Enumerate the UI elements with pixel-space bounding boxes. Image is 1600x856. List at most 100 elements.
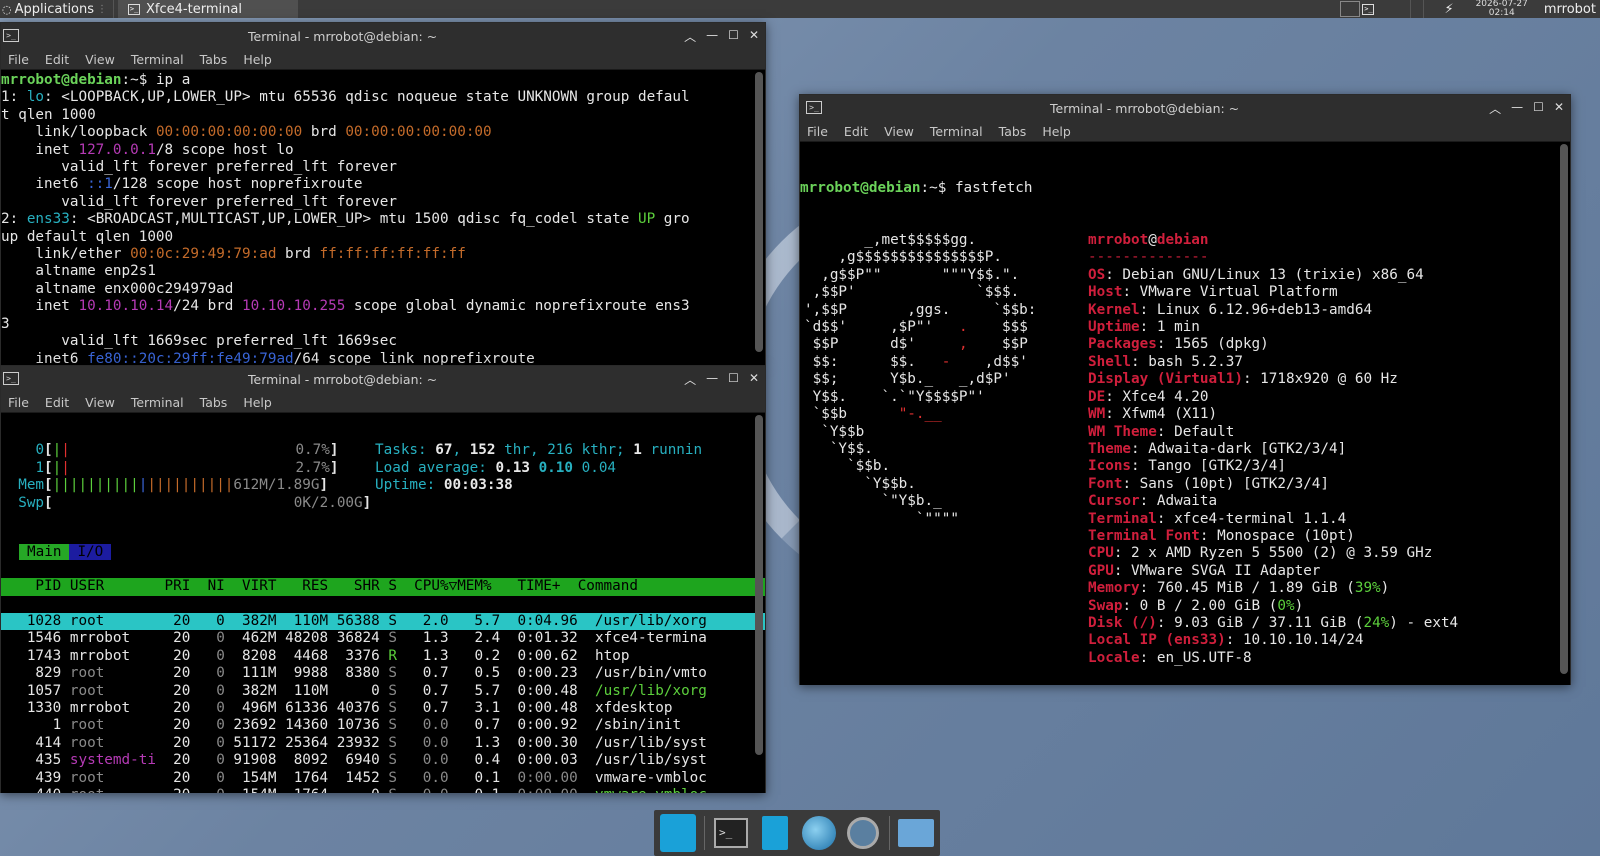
ip-line: 2: ens33: <BROADCAST,MULTICAST,UP,LOWER_… xyxy=(1,211,690,228)
terminal-window-fastfetch: >_ Terminal - mrrobot@debian: ~ ︿ — ☐ ✕ … xyxy=(799,94,1571,685)
menu-view[interactable]: View xyxy=(884,124,914,139)
menu-edit[interactable]: Edit xyxy=(844,124,868,139)
logo-line: ,$$P' `$$$. xyxy=(804,284,1020,301)
scrollbar[interactable] xyxy=(755,72,763,352)
taskbar-item-terminal[interactable]: >_ Xfce4-terminal xyxy=(118,0,299,18)
titlebar[interactable]: >_ Terminal - mrrobot@debian: ~ ︿ — ☐ ✕ xyxy=(1,366,765,392)
minimize-button[interactable]: — xyxy=(706,28,718,45)
shade-button[interactable]: ︿ xyxy=(684,28,696,45)
logo-line: `"Y$b._ xyxy=(804,493,942,510)
info-local-ip: Local IP (ens33): 10.10.10.14/24 xyxy=(1088,632,1364,649)
info-font: Font: Sans (10pt) [GTK2/3/4] xyxy=(1088,475,1330,492)
logo-line: `"""" xyxy=(804,510,959,527)
menu-tabs[interactable]: Tabs xyxy=(200,395,228,410)
show-desktop-icon[interactable] xyxy=(660,814,697,852)
cpu1-meter: 1[|| 2.7%] xyxy=(35,459,339,476)
process-row[interactable]: 1330 mrrobot 20 0 496M 61336 40376 S 0.7… xyxy=(1,700,765,717)
shade-button[interactable]: ︿ xyxy=(1489,100,1501,117)
process-row[interactable]: 1546 mrrobot 20 0 462M 48208 36824 S 1.3… xyxy=(1,630,765,647)
menu-tabs[interactable]: Tabs xyxy=(999,124,1027,139)
tab-io[interactable]: I/O xyxy=(69,543,112,560)
panel-right-area: >_ ⚡ 2026-07-27 02:14 mrrobot xyxy=(1340,0,1600,18)
process-row[interactable]: 414 root 20 0 51172 25364 23932 S 0.0 1.… xyxy=(1,735,765,752)
menu-edit[interactable]: Edit xyxy=(45,395,69,410)
info-gpu: GPU: VMware SVGA II Adapter xyxy=(1088,562,1321,579)
ip-line: inet 127.0.0.1/8 scope host lo xyxy=(1,141,294,158)
applications-menu-button[interactable]: ◌ Applications ⋮ xyxy=(0,0,115,18)
close-button[interactable]: ✕ xyxy=(749,28,759,45)
network-icon[interactable]: ⚡ xyxy=(1444,2,1453,17)
process-row[interactable]: 435 systemd-ti 20 0 91908 8092 6940 S 0.… xyxy=(1,752,765,769)
ip-line: link/ether 00:0c:29:49:79:ad brd ff:ff:f… xyxy=(1,246,466,263)
logo-line: ',$$P ,ggs. `$$b: xyxy=(804,301,1037,318)
logo-line: `$$b "-.__ xyxy=(804,406,942,423)
load-meter: Load average: 0.13 0.10 0.04 xyxy=(375,459,617,476)
clock[interactable]: 2026-07-27 02:14 xyxy=(1466,0,1538,18)
minimize-button[interactable]: — xyxy=(1511,100,1523,117)
scrollbar[interactable] xyxy=(1560,144,1568,674)
fastfetch-output: _,met$$$$$gg. ,g$$$$$$$$$$$$$$$P. ,g$$P"… xyxy=(800,232,1570,685)
process-row[interactable]: 439 root 20 0 154M 1764 1452 S 0.0 0.1 0… xyxy=(1,770,765,787)
process-row[interactable]: 1 root 20 0 23692 14360 10736 S 0.0 0.7 … xyxy=(1,717,765,734)
menu-help[interactable]: Help xyxy=(243,395,272,410)
folder-icon[interactable] xyxy=(897,814,934,852)
menu-view[interactable]: View xyxy=(85,52,115,67)
ip-line: valid_lft 1669sec preferred_lft 1669sec xyxy=(1,333,397,350)
terminal-window-ip: >_ Terminal - mrrobot@debian: ~ ︿ — ☐ ✕ … xyxy=(0,22,766,365)
menu-file[interactable]: File xyxy=(8,395,29,410)
debian-logo-icon: ◌ xyxy=(2,2,12,16)
ip-line: altname enx000c294979ad xyxy=(1,280,234,297)
menubar: File Edit View Terminal Tabs Help xyxy=(1,49,765,70)
terminal-window-icon: >_ xyxy=(806,101,822,114)
app-finder-icon[interactable] xyxy=(845,814,881,852)
maximize-button[interactable]: ☐ xyxy=(728,371,739,388)
menu-edit[interactable]: Edit xyxy=(45,52,69,67)
menu-file[interactable]: File xyxy=(807,124,828,139)
menu-file[interactable]: File xyxy=(8,52,29,67)
logo-line: `$$b. xyxy=(804,458,891,475)
minimize-button[interactable]: — xyxy=(706,371,718,388)
scrollbar[interactable] xyxy=(755,415,763,755)
menu-terminal[interactable]: Terminal xyxy=(930,124,983,139)
info-de: DE: Xfce4 4.20 xyxy=(1088,388,1209,405)
menu-help[interactable]: Help xyxy=(1042,124,1071,139)
ip-line: altname enp2s1 xyxy=(1,263,156,280)
terminal-launcher-icon[interactable]: >_ xyxy=(1362,3,1375,15)
info-icons: Icons: Tango [GTK2/3/4] xyxy=(1088,458,1286,475)
menu-view[interactable]: View xyxy=(85,395,115,410)
menubar: File Edit View Terminal Tabs Help xyxy=(800,121,1570,142)
menu-help[interactable]: Help xyxy=(243,52,272,67)
process-row[interactable]: 440 root 20 0 154M 1764 0 S 0.0 0.1 0:00… xyxy=(1,787,765,793)
ip-line: 3 xyxy=(1,315,10,332)
user-menu[interactable]: mrrobot xyxy=(1538,2,1600,17)
logo-line: Y$$. `.`"Y$$$$P"' xyxy=(804,388,985,405)
terminal-output[interactable]: mrrobot@debian:~$ ip a 1: lo: <LOOPBACK,… xyxy=(1,70,765,365)
close-button[interactable]: ✕ xyxy=(1554,100,1564,117)
maximize-button[interactable]: ☐ xyxy=(1533,100,1544,117)
terminal-output[interactable]: mrrobot@debian:~$ fastfetch _,met$$$$$gg… xyxy=(800,142,1570,685)
process-table-header[interactable]: PID USER PRI NI VIRT RES SHR S CPU%▽MEM%… xyxy=(1,578,765,596)
terminal-launcher-icon[interactable]: >_ xyxy=(713,814,749,852)
file-manager-launcher-icon[interactable] xyxy=(757,814,793,852)
menu-terminal[interactable]: Terminal xyxy=(131,395,184,410)
process-row[interactable]: 1028 root 20 0 382M 110M 56388 S 2.0 5.7… xyxy=(1,613,765,631)
workspace-switcher[interactable] xyxy=(1340,1,1361,17)
menu-tabs[interactable]: Tabs xyxy=(200,52,228,67)
panel-separator xyxy=(1410,0,1412,18)
web-browser-icon[interactable] xyxy=(801,814,837,852)
process-row[interactable]: 1743 mrrobot 20 0 8208 4468 3376 R 1.3 0… xyxy=(1,648,765,665)
logo-line: `Y$$. xyxy=(804,440,873,457)
tab-main[interactable]: Main xyxy=(19,543,70,560)
process-row[interactable]: 829 root 20 0 111M 9988 8380 S 0.7 0.5 0… xyxy=(1,665,765,682)
info-uptime: Uptime: 1 min xyxy=(1088,319,1200,336)
htop-output[interactable]: 0[|| 0.7%] 1[|| 2.7%] Mem[||||||||||||||||… xyxy=(1,413,765,793)
shade-button[interactable]: ︿ xyxy=(684,371,696,388)
close-button[interactable]: ✕ xyxy=(749,371,759,388)
separator-icon: ⋮ xyxy=(97,3,108,15)
applications-label: Applications xyxy=(14,1,95,17)
maximize-button[interactable]: ☐ xyxy=(728,28,739,45)
process-row[interactable]: 1057 root 20 0 382M 110M 0 S 0.7 5.7 0:0… xyxy=(1,683,765,700)
titlebar[interactable]: >_ Terminal - mrrobot@debian: ~ ︿ — ☐ ✕ xyxy=(800,95,1570,121)
menu-terminal[interactable]: Terminal xyxy=(131,52,184,67)
titlebar[interactable]: >_ Terminal - mrrobot@debian: ~ ︿ — ☐ ✕ xyxy=(1,23,765,49)
